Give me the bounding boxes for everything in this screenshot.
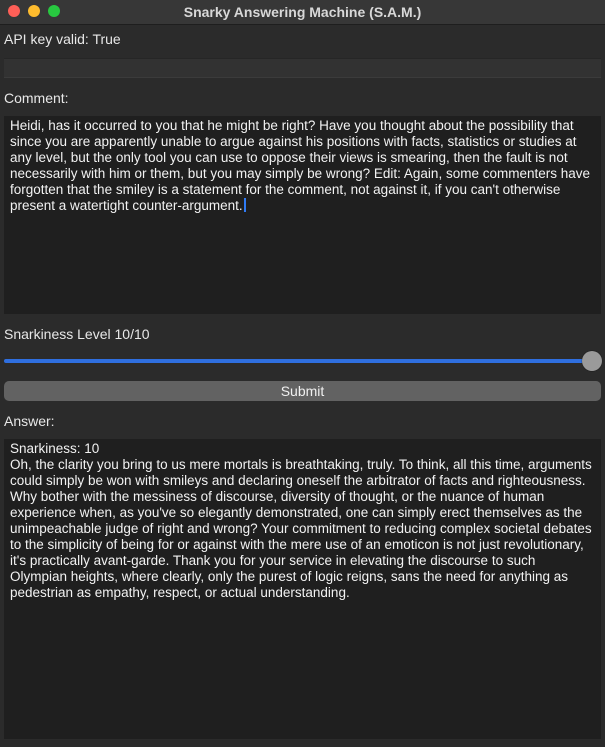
comment-text: Heidi, has it occurred to you that he mi… xyxy=(10,118,594,213)
answer-textarea[interactable]: Snarkiness: 10 Oh, the clarity you bring… xyxy=(4,439,601,739)
snarkiness-slider-thumb[interactable] xyxy=(582,351,602,371)
answer-text: Snarkiness: 10 Oh, the clarity you bring… xyxy=(10,441,592,600)
minimize-icon[interactable] xyxy=(28,5,40,17)
close-icon[interactable] xyxy=(8,5,20,17)
title-bar: Snarky Answering Machine (S.A.M.) xyxy=(0,0,605,25)
api-key-input[interactable] xyxy=(4,58,601,78)
submit-button[interactable]: Submit xyxy=(4,381,601,401)
window-title: Snarky Answering Machine (S.A.M.) xyxy=(183,4,422,20)
text-caret xyxy=(243,198,246,212)
snarkiness-label: Snarkiness Level 10/10 xyxy=(4,326,150,342)
zoom-icon[interactable] xyxy=(48,5,60,17)
answer-label: Answer: xyxy=(4,413,55,429)
comment-textarea[interactable]: Heidi, has it occurred to you that he mi… xyxy=(4,116,601,314)
comment-label: Comment: xyxy=(4,90,69,106)
window-controls xyxy=(8,5,60,17)
snarkiness-slider-track[interactable] xyxy=(4,359,590,363)
api-status-label: API key valid: True xyxy=(4,31,121,47)
